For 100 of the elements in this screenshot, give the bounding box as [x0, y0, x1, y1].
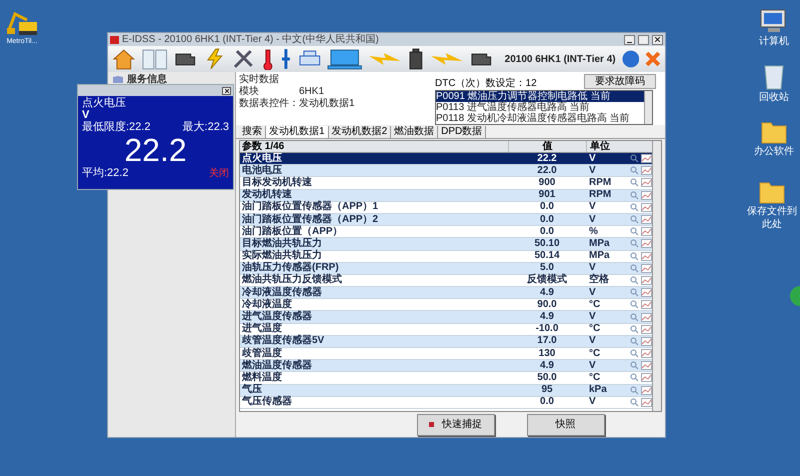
minimize-button[interactable] [624, 34, 635, 44]
gauge-value: 22.2 [123, 133, 188, 167]
magnifier-icon[interactable] [630, 190, 639, 200]
dtc-item[interactable]: P0118 发动机冷却液温度传感器电路高 当前 [436, 113, 644, 124]
magnifier-icon[interactable] [630, 398, 639, 407]
table-row[interactable]: 燃油共轨压力反馈模式 反馈模式 空格 [240, 274, 652, 288]
magnifier-icon[interactable] [630, 154, 639, 164]
table-row[interactable]: 点火电压 22.2 V [240, 153, 652, 166]
tab[interactable]: 发动机数据1 [266, 126, 329, 138]
table-cell-text: V [588, 166, 597, 176]
dtc-item[interactable]: P0113 进气温度传感器电路高 当前 [436, 102, 644, 113]
vehicle-label: 20100 6HK1 (INT-Tier 4) [504, 52, 616, 66]
table-row[interactable]: 冷却液温度 90.0 °C [240, 299, 652, 312]
tab[interactable]: DPD数据 [438, 126, 486, 138]
magnifier-icon[interactable] [630, 349, 639, 358]
magnifier-icon[interactable] [630, 386, 639, 395]
magnifier-icon[interactable] [630, 361, 639, 370]
home-icon[interactable] [112, 48, 136, 70]
magnifier-icon[interactable] [630, 202, 639, 212]
close-icon[interactable] [645, 51, 662, 67]
table-cell-text: 电池电压 [241, 166, 283, 176]
table-row[interactable]: 油门踏板位置（APP） 0.0 % [240, 226, 652, 238]
field-value: 发动机数据1 [299, 98, 355, 110]
table-cell-text: 空格 [588, 275, 610, 286]
table-cell-text: 气压 [241, 385, 263, 396]
table-row[interactable]: 燃油温度传感器 4.9 V [240, 360, 652, 372]
magnifier-icon[interactable] [630, 288, 639, 298]
sidebar-header[interactable]: 服务信息 [127, 72, 167, 87]
maximize-button[interactable] [638, 34, 649, 44]
magnifier-icon[interactable] [630, 166, 639, 176]
request-dtc-button[interactable]: 要求故障码 [584, 74, 656, 89]
magnifier-icon[interactable] [630, 227, 639, 236]
table-row[interactable]: 冷却液温度传感器 4.9 V [240, 287, 652, 300]
battery-icon[interactable] [408, 48, 424, 70]
table-cell-text: V [588, 202, 597, 212]
tab[interactable]: 燃油数据 [391, 126, 438, 138]
table-row[interactable]: 气压 95 kPa [240, 384, 652, 397]
table-cell-text: V [588, 154, 597, 164]
close-icon [224, 88, 228, 92]
table-cell-text: °C [588, 348, 602, 359]
column-header[interactable]: 单位 [586, 141, 628, 152]
table-row[interactable]: 歧管温度传感器5V 17.0 V [240, 336, 652, 348]
magnifier-icon[interactable] [630, 336, 639, 346]
table-row[interactable]: 实际燃油共轨压力 50.14 MPa [240, 250, 652, 263]
tab[interactable]: 发动机数据2 [328, 126, 392, 138]
table-cell-text: 4.9 [539, 288, 555, 298]
close-button[interactable] [652, 34, 663, 44]
magnifier-icon[interactable] [630, 276, 639, 285]
table-row[interactable]: 气压传感器 0.0 V [240, 396, 652, 409]
desktop-icon-label[interactable]: 回收站 [759, 92, 789, 104]
section-title: 实时数据 [239, 74, 280, 86]
table-row[interactable]: 歧管温度 130 °C [240, 348, 652, 360]
tab[interactable]: 搜索 [239, 126, 266, 138]
desktop-icon-label[interactable]: 保存文件到此处 [744, 206, 800, 231]
table-row[interactable]: 燃料温度 50.0 °C [240, 372, 652, 385]
magnifier-icon[interactable] [630, 215, 639, 224]
table-cell-text: 进气温度 [240, 324, 282, 334]
table-cell-text: -10.0 [534, 324, 560, 334]
snapshot-button[interactable]: 快照 [526, 414, 604, 436]
close-button[interactable] [222, 86, 231, 94]
table-cell-text: °C [588, 324, 602, 334]
table-row[interactable]: 电池电压 22.0 V [240, 165, 652, 178]
gauge-max: 最大:22.3 [182, 121, 229, 133]
table-cell-text: 实际燃油共轨压力 [241, 251, 323, 262]
column-header[interactable]: 值 [508, 141, 586, 152]
column-header[interactable]: 参数 1/46 [240, 141, 508, 152]
magnifier-icon[interactable] [630, 373, 639, 382]
chart-icon[interactable] [641, 154, 652, 164]
table-cell-text: RPM [588, 190, 612, 200]
folder-icon [761, 120, 787, 144]
table-cell-text: 油门踏板位置（APP） [241, 226, 344, 237]
table-row[interactable]: 发动机转速 901 RPM [240, 190, 652, 202]
field-label: 模块 [239, 86, 260, 98]
table-row[interactable]: 目标发动机转速 900 RPM [240, 177, 652, 190]
thermometer-icon[interactable] [262, 48, 274, 70]
magnifier-icon[interactable] [630, 324, 639, 334]
table-row[interactable]: 油门踏板位置传感器（APP）1 0.0 V [240, 202, 652, 214]
magnifier-icon[interactable] [630, 312, 639, 322]
table-cell-text: 901 [538, 190, 556, 200]
magnifier-icon[interactable] [630, 252, 639, 261]
magnifier-icon[interactable] [630, 300, 639, 310]
table-row[interactable]: 油轨压力传感器(FRP) 5.0 V [240, 262, 652, 275]
excavator-icon [5, 10, 39, 36]
table-cell-text: 气压传感器 [241, 397, 293, 408]
laptop-icon[interactable] [327, 48, 362, 70]
table-cell-text: 0.0 [539, 226, 555, 237]
table-cell-text: 4.9 [539, 360, 555, 371]
quick-capture-button[interactable]: 快速捕捉 [416, 414, 494, 436]
dtc-item[interactable]: P0091 燃油压力调节器控制电路低 当前 [436, 91, 644, 102]
lightning-arrow-icon[interactable] [430, 52, 464, 66]
gauge-name: 点火电压 [82, 97, 127, 109]
table-row[interactable]: 油门踏板位置传感器（APP）2 0.0 V [240, 214, 652, 226]
magnifier-icon[interactable] [630, 239, 639, 248]
table-cell-text: 50.0 [536, 372, 558, 383]
desktop-icon-label[interactable]: 办公软件 [754, 146, 794, 158]
desktop-icon-label[interactable]: 计算机 [759, 36, 789, 48]
magnifier-icon[interactable] [630, 178, 639, 188]
magnifier-icon[interactable] [630, 264, 639, 273]
lightning-arrow-icon[interactable] [368, 52, 402, 66]
table-row[interactable]: 目标燃油共轨压力 50.10 MPa [240, 238, 652, 250]
